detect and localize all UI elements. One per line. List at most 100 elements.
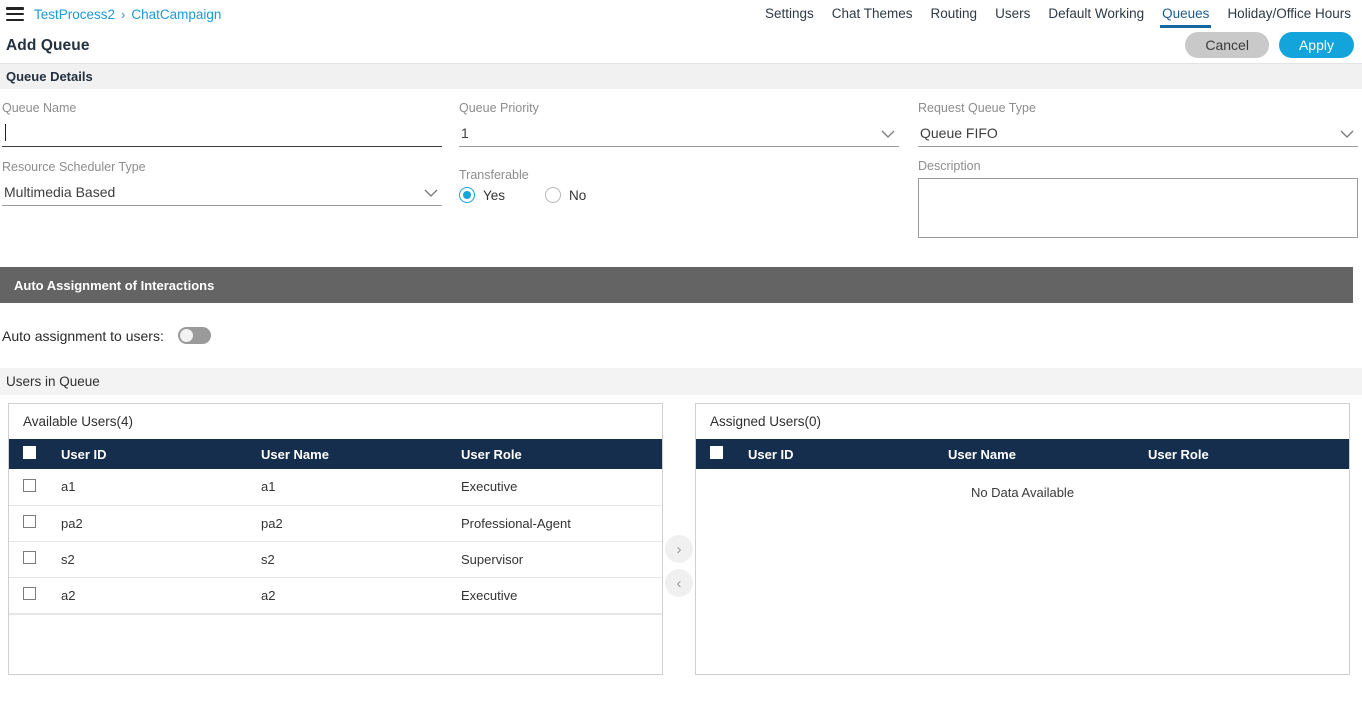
table-row[interactable]: a2 a2 Executive xyxy=(9,577,662,614)
chevron-right-icon: › xyxy=(121,6,126,22)
select-all-header xyxy=(9,439,61,469)
cell-user-role: Professional-Agent xyxy=(461,505,662,542)
column-header-user-role[interactable]: User Role xyxy=(1148,439,1349,469)
queue-details-section-header: Queue Details xyxy=(0,64,1362,89)
radio-selected-icon[interactable] xyxy=(459,187,475,203)
transferable-radio-no[interactable]: No xyxy=(545,187,586,203)
toggle-knob xyxy=(179,329,193,342)
queue-name-input[interactable] xyxy=(2,120,442,147)
transferable-radio-yes[interactable]: Yes xyxy=(459,187,505,203)
radio-unselected-icon[interactable] xyxy=(545,187,562,203)
auto-assignment-row: Auto assignment to users: xyxy=(0,303,1362,368)
column-header-user-name[interactable]: User Name xyxy=(948,439,1148,469)
resource-scheduler-type-select[interactable]: Multimedia Based xyxy=(2,179,442,206)
transfer-buttons: › ‹ xyxy=(665,535,693,597)
breadcrumb-root[interactable]: TestProcess2 xyxy=(34,7,115,22)
queue-priority-select[interactable]: 1 xyxy=(459,120,899,147)
auto-assignment-toggle[interactable] xyxy=(177,327,211,344)
cell-user-id: pa2 xyxy=(61,505,261,542)
cell-user-name: pa2 xyxy=(261,505,461,542)
breadcrumb-current[interactable]: ChatCampaign xyxy=(131,7,221,22)
transferable-no-label: No xyxy=(569,187,587,203)
select-all-checkbox[interactable] xyxy=(710,446,723,459)
row-checkbox[interactable] xyxy=(23,515,36,528)
page-title: Add Queue xyxy=(6,36,90,54)
tab-routing[interactable]: Routing xyxy=(922,2,987,27)
queue-details-form: Queue Name Resource Scheduler Type Multi… xyxy=(0,89,1362,267)
users-transfer-panels: Available Users(4) User ID User Name Use… xyxy=(0,395,1362,675)
column-header-user-name[interactable]: User Name xyxy=(261,439,461,469)
queue-name-label: Queue Name xyxy=(2,101,77,115)
row-checkbox[interactable] xyxy=(23,478,36,492)
available-users-empty-space xyxy=(9,613,662,675)
cell-user-id: a2 xyxy=(61,577,261,614)
page-actions: Cancel Apply xyxy=(1185,32,1354,58)
queue-name-field: Queue Name xyxy=(2,101,442,147)
table-row[interactable]: a1 a1 Executive xyxy=(9,469,662,506)
users-in-queue-section-header: Users in Queue xyxy=(0,368,1362,395)
table-header-row: User ID User Name User Role xyxy=(9,439,662,469)
transferable-radio-group: Yes No xyxy=(459,187,899,203)
auto-assignment-toggle-label: Auto assignment to users: xyxy=(2,327,164,344)
cell-user-name: a1 xyxy=(261,469,461,506)
assigned-users-empty-message: No Data Available xyxy=(970,485,1075,500)
resource-scheduler-type-label: Resource Scheduler Type xyxy=(2,160,146,174)
text-caret xyxy=(5,124,6,141)
row-checkbox-cell xyxy=(9,541,61,578)
available-users-body: a1 a1 Executive pa2 pa2 Professional-Age… xyxy=(9,469,662,614)
cell-user-role: Executive xyxy=(461,469,662,506)
row-checkbox-cell xyxy=(9,469,61,506)
transferable-field: Transferable Yes No xyxy=(459,168,899,203)
column-header-user-id[interactable]: User ID xyxy=(748,439,948,469)
tab-default-working[interactable]: Default Working xyxy=(1039,2,1153,27)
description-label: Description xyxy=(918,159,981,173)
resource-scheduler-type-field: Resource Scheduler Type Multimedia Based xyxy=(2,160,442,206)
queue-priority-label: Queue Priority xyxy=(459,101,539,115)
row-checkbox-cell xyxy=(9,505,61,542)
row-checkbox[interactable] xyxy=(23,551,36,564)
cell-user-role: Supervisor xyxy=(461,541,662,578)
available-users-panel: Available Users(4) User ID User Name Use… xyxy=(8,403,663,675)
tab-holiday-office-hours[interactable]: Holiday/Office Hours xyxy=(1218,2,1360,27)
transferable-label: Transferable xyxy=(459,168,529,182)
auto-assignment-section-header: Auto Assignment of Interactions xyxy=(0,267,1353,303)
row-checkbox-cell xyxy=(9,577,61,614)
tab-settings[interactable]: Settings xyxy=(756,2,823,27)
transferable-yes-label: Yes xyxy=(483,187,506,203)
description-field: Description xyxy=(918,159,1358,243)
request-queue-type-label: Request Queue Type xyxy=(918,101,1036,115)
tab-users[interactable]: Users xyxy=(986,2,1039,27)
cell-user-id: a1 xyxy=(61,469,261,506)
chevron-left-icon[interactable]: ‹ xyxy=(665,569,693,597)
description-textarea[interactable] xyxy=(918,178,1358,238)
cell-user-id: s2 xyxy=(61,541,261,578)
cell-user-role: Executive xyxy=(461,577,662,614)
select-all-checkbox[interactable] xyxy=(23,446,36,459)
tab-queues[interactable]: Queues xyxy=(1153,2,1218,28)
tab-chat-themes[interactable]: Chat Themes xyxy=(823,2,922,27)
cell-user-name: a2 xyxy=(261,577,461,614)
select-all-header xyxy=(696,439,748,469)
assigned-users-panel: Assigned Users(0) User ID User Name User… xyxy=(695,403,1350,675)
hamburger-icon[interactable] xyxy=(6,7,24,21)
nav-tabs: Settings Chat Themes Routing Users Defau… xyxy=(756,0,1362,28)
table-row[interactable]: s2 s2 Supervisor xyxy=(9,541,662,578)
available-users-table: User ID User Name User Role a1 a1 Execut… xyxy=(9,439,662,614)
request-queue-type-select[interactable]: Queue FIFO xyxy=(918,120,1358,147)
column-header-user-id[interactable]: User ID xyxy=(61,439,261,469)
assigned-users-table: User ID User Name User Role xyxy=(696,439,1349,469)
available-users-title: Available Users(4) xyxy=(23,414,134,429)
cancel-button[interactable]: Cancel xyxy=(1185,32,1269,58)
top-bar: TestProcess2 › ChatCampaign Settings Cha… xyxy=(0,0,1362,28)
breadcrumb: TestProcess2 › ChatCampaign xyxy=(34,7,221,22)
request-queue-type-field: Request Queue Type Queue FIFO xyxy=(918,101,1358,147)
table-header-row: User ID User Name User Role xyxy=(696,439,1349,469)
queue-priority-field: Queue Priority 1 xyxy=(459,101,899,147)
page-title-bar: Add Queue Cancel Apply xyxy=(0,28,1362,64)
row-checkbox[interactable] xyxy=(23,587,36,600)
table-row[interactable]: pa2 pa2 Professional-Agent xyxy=(9,505,662,542)
assigned-users-title: Assigned Users(0) xyxy=(710,414,822,429)
column-header-user-role[interactable]: User Role xyxy=(461,439,662,469)
chevron-right-icon[interactable]: › xyxy=(665,535,693,563)
apply-button[interactable]: Apply xyxy=(1278,32,1354,58)
